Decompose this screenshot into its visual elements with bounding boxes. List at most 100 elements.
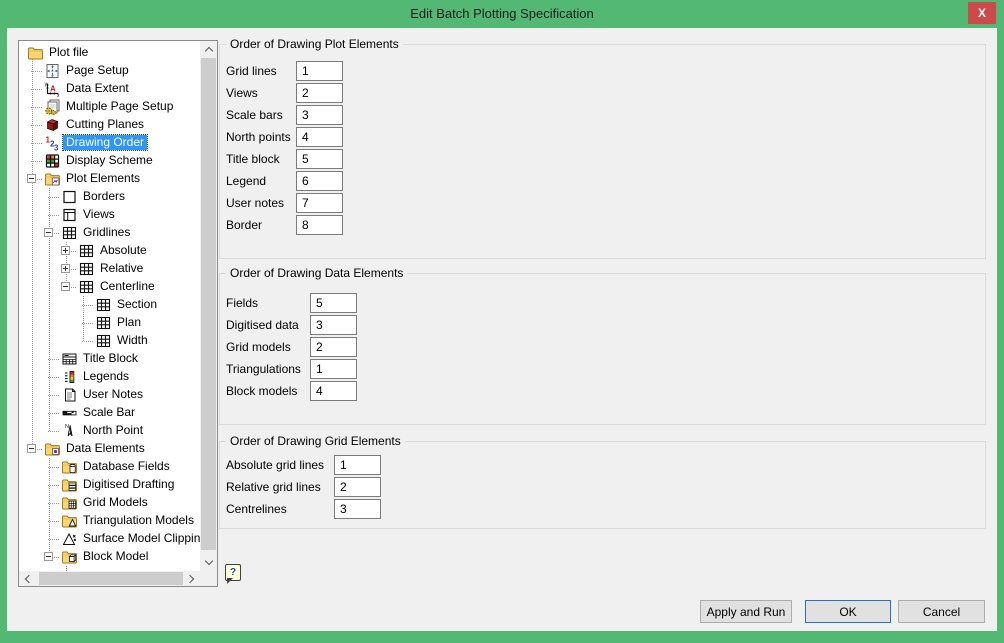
tree-item-label: Section <box>117 297 158 311</box>
scroll-right-button[interactable] <box>183 571 200 586</box>
triangulation-folder-icon <box>61 513 78 529</box>
order-input[interactable] <box>310 315 357 335</box>
tree-item[interactable]: Display Scheme <box>19 152 200 170</box>
order-field-row: Triangulations <box>220 359 985 379</box>
tree-item[interactable]: Gridlines <box>19 224 200 242</box>
ok-button[interactable]: OK <box>805 600 891 623</box>
order-input[interactable] <box>310 381 357 401</box>
tree-item[interactable]: Absolute <box>19 242 200 260</box>
order-input[interactable] <box>310 337 357 357</box>
order-input[interactable] <box>310 359 357 379</box>
tree-item[interactable]: Relative <box>19 260 200 278</box>
field-label: Grid lines <box>226 64 277 78</box>
titlebar[interactable]: Edit Batch Plotting Specification X <box>0 0 1004 28</box>
horizontal-scrollbar-thumb[interactable] <box>39 572 186 585</box>
tree-item[interactable]: Database Fields <box>19 458 200 476</box>
order-field-row: Grid models <box>220 337 985 357</box>
tree-item[interactable]: Drawing Order <box>19 134 200 152</box>
tree-item[interactable]: Surface Model Clippin <box>19 530 200 548</box>
tree-item-label: Data Extent <box>66 81 129 95</box>
tree-connector <box>31 143 42 144</box>
tree-item[interactable]: Multiple Page Setup <box>19 98 200 116</box>
chevron-right-icon <box>185 574 195 583</box>
order-input[interactable] <box>310 293 357 313</box>
tree-item-label: North Point <box>83 423 144 437</box>
tree-vertical-scrollbar[interactable] <box>200 41 217 571</box>
tree-connector <box>48 215 59 216</box>
tree-item-label: User Notes <box>83 387 144 401</box>
order-input[interactable] <box>296 127 343 147</box>
tree-item[interactable]: Plot Elements <box>19 170 200 188</box>
tree-item[interactable]: Legends <box>19 368 200 386</box>
tree-item[interactable]: Digitised Drafting <box>19 476 200 494</box>
database-folder-icon <box>61 459 78 475</box>
order-input[interactable] <box>296 193 343 213</box>
expander-toggle[interactable] <box>27 174 36 183</box>
tree-item[interactable]: Title Block <box>19 350 200 368</box>
tree-connector <box>82 323 93 324</box>
tree-item-label: Borders <box>83 189 126 203</box>
surface-clipping-icon <box>61 531 78 547</box>
chevron-left-icon <box>24 574 34 583</box>
help-button[interactable]: ? <box>225 564 241 584</box>
tree-item-label: Scale Bar <box>83 405 136 419</box>
tree-rows: Plot file Page Setup Data Extent Multipl… <box>19 41 200 571</box>
tree-item[interactable]: Grid Models <box>19 494 200 512</box>
field-label: North points <box>226 130 291 144</box>
expander-toggle[interactable] <box>44 228 53 237</box>
scroll-left-button[interactable] <box>19 571 36 586</box>
scroll-down-button[interactable] <box>200 554 217 571</box>
tree-item[interactable]: Borders <box>19 188 200 206</box>
cancel-button[interactable]: Cancel <box>898 600 985 623</box>
tree-item[interactable]: Cutting Planes <box>19 116 200 134</box>
tree-item[interactable]: Views <box>19 206 200 224</box>
field-label: Centrelines <box>226 502 287 516</box>
expander-toggle[interactable] <box>44 552 53 561</box>
field-label: Title block <box>226 152 280 166</box>
scroll-up-button[interactable] <box>200 41 217 58</box>
expander-toggle[interactable] <box>27 444 36 453</box>
tree-item[interactable]: Plan <box>19 314 200 332</box>
tree-item[interactable]: Data Extent <box>19 80 200 98</box>
tree-item[interactable]: Width <box>19 332 200 350</box>
tree-item[interactable]: Triangulation Models <box>19 512 200 530</box>
tree-connector <box>31 107 42 108</box>
group-fields: Absolute grid lines Relative grid lines … <box>220 442 985 528</box>
tree-item[interactable]: North Point <box>19 422 200 440</box>
chevron-down-icon <box>204 556 213 566</box>
drafting-folder-icon <box>61 477 78 493</box>
tree-item[interactable]: Plot file <box>19 44 200 62</box>
tree-item[interactable]: User Notes <box>19 386 200 404</box>
page-setup-icon <box>44 63 61 79</box>
north-point-icon <box>61 423 78 439</box>
order-input[interactable] <box>296 105 343 125</box>
order-field-row: Digitised data <box>220 315 985 335</box>
order-input[interactable] <box>334 477 381 497</box>
order-input[interactable] <box>296 61 343 81</box>
tree-item[interactable]: Page Setup <box>19 62 200 80</box>
vertical-scrollbar-thumb[interactable] <box>201 58 216 550</box>
expander-toggle[interactable] <box>61 264 70 273</box>
tree-item[interactable]: Block Model <box>19 548 200 566</box>
tree-item-label: Page Setup <box>66 63 129 77</box>
apply-and-run-button[interactable]: Apply and Run <box>700 600 792 623</box>
order-input[interactable] <box>334 455 381 475</box>
tree-horizontal-scrollbar[interactable] <box>19 571 200 586</box>
field-label: Scale bars <box>226 108 283 122</box>
order-input[interactable] <box>334 499 381 519</box>
order-input[interactable] <box>296 215 343 235</box>
tree-item[interactable]: Section <box>19 296 200 314</box>
views-icon <box>61 207 78 223</box>
display-scheme-icon <box>44 153 61 169</box>
expander-toggle[interactable] <box>61 282 70 291</box>
order-input[interactable] <box>296 149 343 169</box>
close-button[interactable]: X <box>968 2 996 24</box>
order-input[interactable] <box>296 83 343 103</box>
tree-item[interactable]: Data Elements <box>19 440 200 458</box>
expander-toggle[interactable] <box>61 246 70 255</box>
tree-item[interactable]: Scale Bar <box>19 404 200 422</box>
order-input[interactable] <box>296 171 343 191</box>
tree-item[interactable]: Centerline <box>19 278 200 296</box>
tree-item-label: Triangulation Models <box>83 513 194 527</box>
field-label: Block models <box>226 384 298 398</box>
